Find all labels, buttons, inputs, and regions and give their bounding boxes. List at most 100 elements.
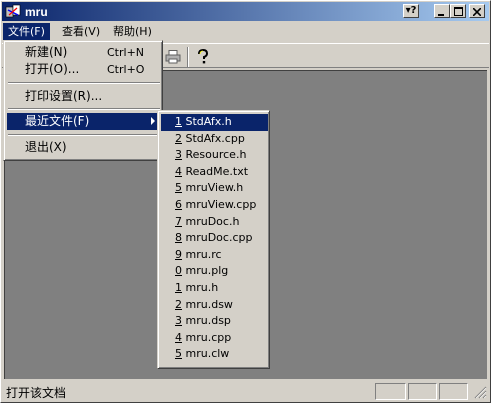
recent-files-menu: 1 StdAfx.h 2 StdAfx.cpp 3 Resource.h 4 Read… xyxy=(157,110,270,369)
close-icon xyxy=(472,7,482,17)
recent-file-item[interactable]: 2 StdAfx.cpp xyxy=(161,131,268,148)
recent-file-name: mru.h xyxy=(185,281,219,294)
recent-file-label: 7 mruDoc.h xyxy=(175,214,239,230)
help-icon[interactable] xyxy=(192,47,214,67)
menu-item-open[interactable]: 打开(O)... Ctrl+O xyxy=(7,61,161,78)
menu-item-shortcut: Ctrl+O xyxy=(107,63,145,76)
menu-item-label: 最近文件(F) xyxy=(25,114,90,128)
recent-file-item[interactable]: 1 mru.h xyxy=(161,280,268,297)
recent-file-name: mru.rc xyxy=(185,247,222,261)
recent-file-name: mruDoc.h xyxy=(185,214,240,228)
recent-file-item[interactable]: 0 mru.plg xyxy=(161,263,268,280)
recent-file-label: 8 mruDoc.cpp xyxy=(175,230,252,246)
context-help-button[interactable]: ▾? xyxy=(403,4,419,18)
maximize-icon xyxy=(453,7,463,16)
menu-item-exit[interactable]: 退出(X) xyxy=(7,139,161,156)
resize-grip-icon[interactable] xyxy=(474,386,487,399)
recent-file-number: 7 xyxy=(175,214,182,228)
recent-file-label: 4 ReadMe.txt xyxy=(175,164,248,180)
recent-file-number: 3 xyxy=(175,148,182,162)
recent-file-label: 9 mru.rc xyxy=(175,247,222,263)
recent-file-number: 8 xyxy=(175,231,182,245)
recent-file-number: 1 xyxy=(175,281,182,294)
recent-file-number: 3 xyxy=(175,314,182,328)
recent-file-name: mru.dsp xyxy=(185,314,231,328)
recent-file-name: StdAfx.cpp xyxy=(185,131,245,145)
recent-file-number: 0 xyxy=(175,264,182,278)
submenu-arrow-icon xyxy=(151,117,155,125)
menu-item-label: 新建(N) xyxy=(25,45,68,59)
menu-item-recent-files[interactable]: 最近文件(F) xyxy=(7,113,161,130)
recent-file-item[interactable]: 8 mruDoc.cpp xyxy=(161,230,268,247)
recent-file-number: 2 xyxy=(175,131,182,145)
recent-file-label: 6 mruView.cpp xyxy=(175,197,256,213)
menu-item-shortcut: Ctrl+N xyxy=(107,46,145,59)
menu-item-label: 打印设置(R)... xyxy=(25,89,103,103)
minimize-button[interactable] xyxy=(434,4,450,18)
menu-view[interactable]: 查看(V) xyxy=(57,23,105,41)
recent-file-item[interactable]: 5 mruView.h xyxy=(161,180,268,197)
recent-file-number: 2 xyxy=(175,297,182,311)
recent-file-item[interactable]: 1 StdAfx.h xyxy=(161,114,268,131)
recent-file-name: ReadMe.txt xyxy=(185,164,249,178)
recent-file-name: mru.dsw xyxy=(185,297,233,311)
menu-item-label: 退出(X) xyxy=(25,140,67,154)
toolbar-separator xyxy=(187,47,189,67)
status-panel-scrl xyxy=(439,383,468,400)
recent-file-number: 5 xyxy=(175,181,182,195)
recent-file-name: mru.clw xyxy=(185,347,230,361)
status-panel-cap xyxy=(375,383,406,400)
title-bar[interactable]: mru ▾? xyxy=(2,2,489,21)
recent-file-item[interactable]: 5 mru.clw xyxy=(161,346,268,363)
help-caption-icon: ▾? xyxy=(405,5,417,16)
menu-separator xyxy=(8,134,160,136)
recent-file-number: 6 xyxy=(175,198,182,211)
recent-file-label: 1 mru.h xyxy=(175,280,218,296)
recent-file-name: mru.cpp xyxy=(185,330,232,344)
recent-file-name: mruView.cpp xyxy=(185,198,257,211)
recent-file-item[interactable]: 6 mruView.cpp xyxy=(161,197,268,214)
recent-file-item[interactable]: 4 mru.cpp xyxy=(161,330,268,347)
status-bar: 打开该文档 xyxy=(2,381,489,401)
recent-file-label: 0 mru.plg xyxy=(175,263,228,279)
recent-file-label: 1 StdAfx.h xyxy=(175,114,232,130)
recent-file-label: 3 Resource.h xyxy=(175,147,246,163)
recent-file-number: 4 xyxy=(175,164,182,178)
recent-file-item[interactable]: 9 mru.rc xyxy=(161,247,268,264)
menu-separator xyxy=(8,82,160,84)
file-menu: 新建(N) Ctrl+N 打开(O)... Ctrl+O 打印设置(R)... … xyxy=(3,40,163,161)
recent-file-number: 9 xyxy=(175,247,182,261)
recent-file-item[interactable]: 3 mru.dsp xyxy=(161,313,268,330)
recent-file-label: 5 mru.clw xyxy=(175,346,229,362)
recent-file-label: 2 StdAfx.cpp xyxy=(175,131,245,147)
recent-file-label: 4 mru.cpp xyxy=(175,330,231,346)
print-icon[interactable] xyxy=(162,47,184,67)
status-text: 打开该文档 xyxy=(6,386,67,400)
close-button[interactable] xyxy=(469,4,485,18)
recent-file-name: mru.plg xyxy=(185,264,229,278)
window-title: mru xyxy=(25,5,48,19)
minimize-icon xyxy=(438,14,444,16)
recent-file-item[interactable]: 7 mruDoc.h xyxy=(161,214,268,231)
menu-item-new[interactable]: 新建(N) Ctrl+N xyxy=(7,44,161,61)
recent-files-list: 1 StdAfx.h 2 StdAfx.cpp 3 Resource.h 4 Read… xyxy=(158,114,271,366)
recent-file-item[interactable]: 3 Resource.h xyxy=(161,147,268,164)
menu-item-label: 打开(O)... xyxy=(25,62,80,76)
recent-file-item[interactable]: 2 mru.dsw xyxy=(161,297,268,314)
recent-file-name: StdAfx.h xyxy=(185,115,232,128)
recent-file-name: mruDoc.cpp xyxy=(185,231,253,245)
app-icon[interactable] xyxy=(5,4,21,19)
status-panel-num xyxy=(408,383,437,400)
recent-file-name: mruView.h xyxy=(185,181,244,195)
recent-file-item[interactable]: 4 ReadMe.txt xyxy=(161,164,268,181)
menu-bar: 文件(F) 查看(V) 帮助(H) xyxy=(2,22,489,42)
recent-file-label: 2 mru.dsw xyxy=(175,297,233,313)
menu-item-print-setup[interactable]: 打印设置(R)... xyxy=(7,88,161,105)
recent-file-label: 3 mru.dsp xyxy=(175,313,231,329)
menu-file[interactable]: 文件(F) xyxy=(3,23,50,41)
recent-file-number: 5 xyxy=(175,347,182,361)
recent-file-number: 4 xyxy=(175,330,182,344)
recent-file-name: Resource.h xyxy=(185,148,247,162)
maximize-button[interactable] xyxy=(450,4,466,18)
menu-help[interactable]: 帮助(H) xyxy=(108,23,157,41)
